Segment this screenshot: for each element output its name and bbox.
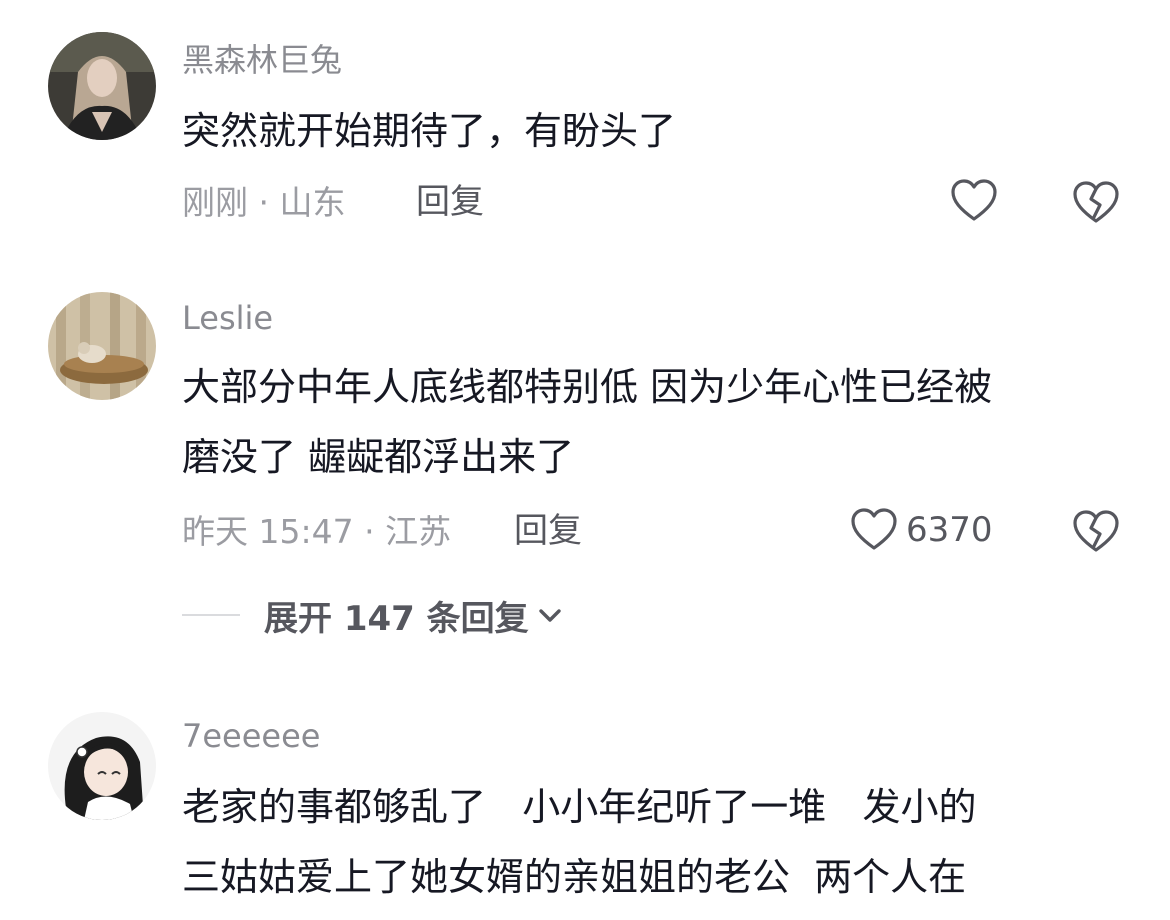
username[interactable]: 7eeeeee bbox=[182, 720, 320, 752]
comment-text: 老家的事都够乱了 小小年纪听了一堆 发小的 三姑姑爱上了她女婿的亲姐姐的老公 两… bbox=[182, 772, 1132, 912]
reply-button[interactable]: 回复 bbox=[416, 185, 484, 219]
dislike-button[interactable] bbox=[1072, 509, 1120, 559]
timestamp: 昨天 15:47 bbox=[182, 512, 354, 551]
comment-text: 突然就开始期待了，有盼头了 bbox=[182, 96, 1132, 166]
username[interactable]: 黑森林巨兔 bbox=[182, 44, 342, 76]
username[interactable]: Leslie bbox=[182, 302, 273, 334]
separator: · bbox=[364, 512, 375, 551]
location: 山东 bbox=[279, 183, 346, 222]
comment-meta: 刚刚 · 山东 bbox=[182, 186, 346, 219]
comment-line: 老家的事都够乱了 小小年纪听了一堆 发小的 bbox=[182, 785, 977, 829]
heart-outline-icon bbox=[951, 179, 997, 221]
comment-line: 大部分中年人底线都特别低 因为少年心性已经被 bbox=[182, 365, 993, 409]
comment-line: 磨没了 龌龊都浮出来了 bbox=[182, 435, 575, 479]
location: 江苏 bbox=[385, 512, 452, 551]
avatar[interactable] bbox=[48, 292, 156, 400]
avatar[interactable] bbox=[48, 712, 156, 820]
timestamp: 刚刚 bbox=[182, 183, 248, 222]
divider bbox=[182, 614, 240, 616]
chevron-down-icon bbox=[538, 609, 561, 622]
broken-heart-icon bbox=[1073, 510, 1119, 552]
avatar[interactable] bbox=[48, 32, 156, 140]
comment-meta: 昨天 15:47 · 江苏 bbox=[182, 515, 451, 548]
like-count: 6370 bbox=[906, 510, 993, 550]
dislike-button[interactable] bbox=[1072, 180, 1120, 230]
comment-line: 突然就开始期待了，有盼头了 bbox=[182, 109, 677, 153]
expand-replies-label: 展开 147 条回复 bbox=[264, 598, 529, 639]
comment-line: 三姑姑爱上了她女婿的亲姐姐的老公 两个人在 bbox=[182, 855, 967, 899]
reply-button[interactable]: 回复 bbox=[514, 514, 582, 548]
broken-heart-icon bbox=[1073, 181, 1119, 223]
like-button[interactable]: 6370 bbox=[850, 507, 993, 553]
separator: · bbox=[258, 183, 270, 222]
like-button[interactable] bbox=[950, 178, 998, 224]
comment-text: 大部分中年人底线都特别低 因为少年心性已经被 磨没了 龌龊都浮出来了 bbox=[182, 352, 1132, 492]
heart-outline-icon bbox=[851, 508, 897, 550]
expand-replies-button[interactable]: 展开 147 条回复 bbox=[182, 590, 563, 640]
